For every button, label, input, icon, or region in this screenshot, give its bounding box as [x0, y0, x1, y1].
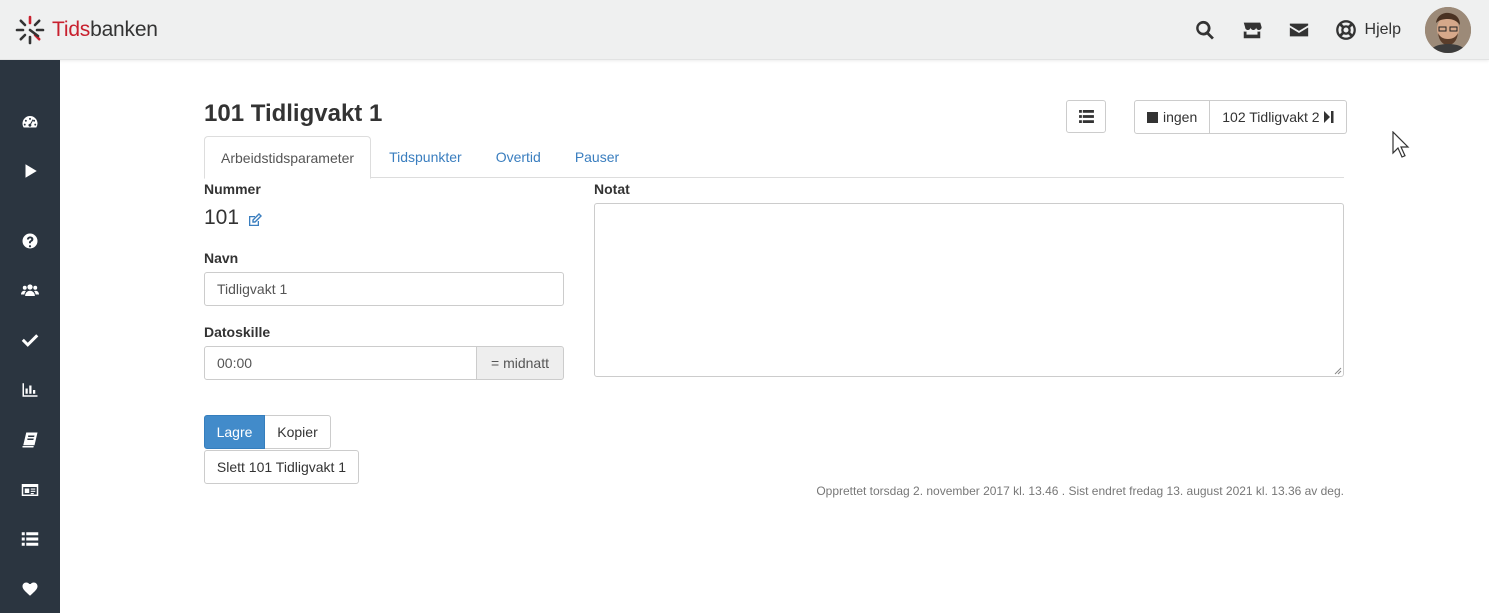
next-record-label: 102 Tidligvakt 2: [1222, 109, 1320, 125]
step-forward-icon: [1323, 111, 1334, 123]
id-card-icon[interactable]: [19, 479, 41, 501]
name-input[interactable]: Tidligvakt 1: [204, 272, 564, 306]
help-menu[interactable]: Hjelp: [1335, 19, 1401, 41]
next-record-button[interactable]: 102 Tidligvakt 2: [1210, 100, 1347, 134]
list-icon: [1078, 110, 1094, 123]
note-label: Notat: [594, 181, 630, 197]
avatar[interactable]: [1425, 7, 1471, 53]
delete-button[interactable]: Slett 101 Tidligvakt 1: [204, 450, 359, 484]
heart-icon[interactable]: [19, 578, 41, 600]
bar-chart-icon[interactable]: [19, 379, 41, 401]
play-icon[interactable]: [19, 160, 41, 182]
lifebuoy-icon: [1335, 20, 1356, 40]
note-textarea[interactable]: [594, 203, 1344, 377]
date-separator-addon: = midnatt: [476, 346, 564, 380]
resize-handle-icon[interactable]: [1334, 367, 1342, 375]
dashboard-icon[interactable]: [19, 111, 41, 133]
list-view-button[interactable]: [1066, 100, 1106, 133]
check-icon[interactable]: [19, 329, 41, 351]
stop-icon: [1147, 111, 1158, 123]
book-icon[interactable]: [19, 429, 41, 451]
record-metadata: Opprettet torsdag 2. november 2017 kl. 1…: [816, 484, 1344, 498]
top-bar: Tidsbanken Hjelp: [0, 0, 1489, 60]
users-icon[interactable]: [19, 279, 41, 301]
store-icon[interactable]: [1239, 17, 1265, 43]
logo-text: Tidsbanken: [52, 18, 158, 41]
mouse-cursor-icon: [1392, 131, 1410, 158]
help-label: Hjelp: [1364, 21, 1401, 38]
logo[interactable]: Tidsbanken: [14, 14, 158, 46]
record-navigation: ingen 102 Tidligvakt 2: [1134, 100, 1347, 134]
tab-pauser[interactable]: Pauser: [559, 136, 635, 178]
tab-tidspunkter[interactable]: Tidspunkter: [373, 136, 478, 178]
number-label: Nummer: [204, 181, 261, 197]
date-separator-label: Datoskille: [204, 324, 271, 340]
name-label: Navn: [204, 250, 239, 266]
tab-arbeidstidsparameter[interactable]: Arbeidstidsparameter: [204, 136, 372, 179]
page-title: 101 Tidligvakt 1: [204, 100, 383, 127]
mail-icon[interactable]: [1286, 17, 1312, 43]
previous-record-button[interactable]: ingen: [1134, 100, 1211, 134]
search-icon[interactable]: [1192, 17, 1218, 43]
sidebar: [0, 60, 60, 613]
number-value: 101: [204, 206, 240, 229]
logo-icon: [15, 15, 45, 45]
save-button[interactable]: Lagre: [204, 415, 265, 449]
tab-bar: Arbeidstidsparameter Tidspunkter Overtid…: [204, 136, 1344, 179]
list-icon[interactable]: [19, 528, 41, 550]
edit-icon[interactable]: [248, 213, 262, 227]
help-circle-icon[interactable]: [19, 230, 41, 252]
date-separator-input[interactable]: 00:00: [204, 346, 477, 380]
previous-record-label: ingen: [1163, 109, 1198, 125]
copy-button[interactable]: Kopier: [265, 415, 331, 449]
tab-overtid[interactable]: Overtid: [480, 136, 557, 178]
